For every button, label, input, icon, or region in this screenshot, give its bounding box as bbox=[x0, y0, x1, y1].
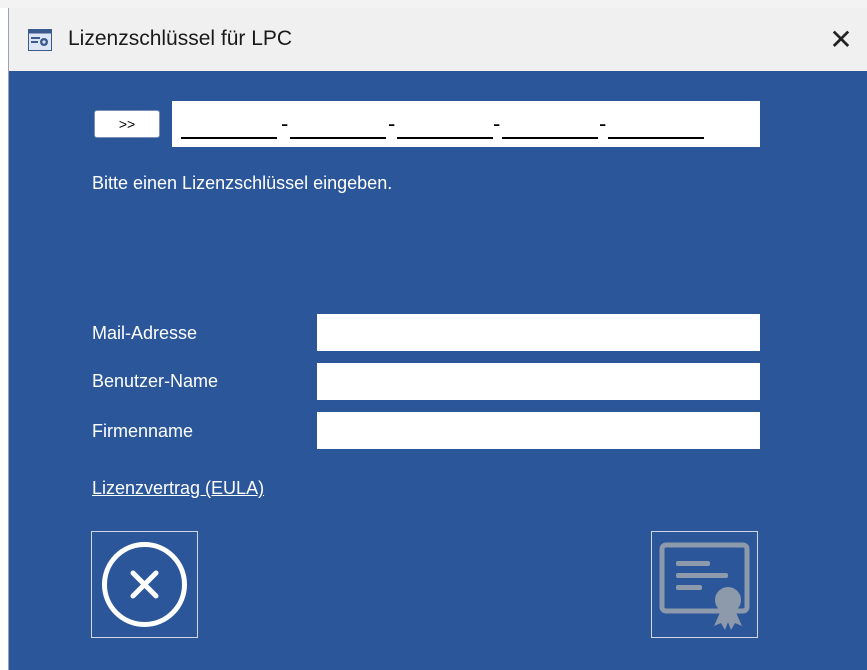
key-segment-1 bbox=[181, 137, 277, 139]
company-field[interactable] bbox=[317, 412, 760, 449]
apply-license-button[interactable] bbox=[651, 531, 758, 638]
key-separator: - bbox=[388, 111, 396, 136]
cancel-button[interactable] bbox=[91, 531, 198, 638]
company-label: Firmenname bbox=[92, 421, 194, 441]
title-bar: Lizenzschlüssel für LPC ✕ bbox=[9, 8, 867, 71]
window-title: Lizenzschlüssel für LPC bbox=[68, 27, 293, 50]
key-segment-5 bbox=[608, 137, 704, 139]
key-separator: - bbox=[599, 111, 607, 136]
license-hint: Bitte einen Lizenzschlüssel eingeben. bbox=[92, 173, 393, 193]
background-strip bbox=[0, 0, 867, 8]
app-license-icon bbox=[28, 29, 52, 51]
license-key-input[interactable]: - - - - bbox=[172, 101, 760, 147]
certificate-icon bbox=[659, 542, 750, 630]
close-button[interactable]: ✕ bbox=[823, 22, 859, 58]
key-segment-4 bbox=[502, 137, 598, 139]
username-field[interactable] bbox=[317, 363, 760, 400]
mail-label: Mail-Adresse bbox=[92, 323, 198, 343]
key-segment-3 bbox=[397, 137, 493, 139]
cancel-circle-x-icon bbox=[102, 542, 187, 627]
eula-link[interactable]: Lizenzvertrag (EULA) bbox=[92, 478, 264, 499]
key-separator: - bbox=[281, 111, 289, 136]
username-label: Benutzer-Name bbox=[92, 371, 219, 391]
key-segment-2 bbox=[290, 137, 386, 139]
expand-key-button[interactable]: >> bbox=[94, 110, 160, 138]
key-separator: - bbox=[493, 111, 501, 136]
mail-field[interactable] bbox=[317, 314, 760, 351]
